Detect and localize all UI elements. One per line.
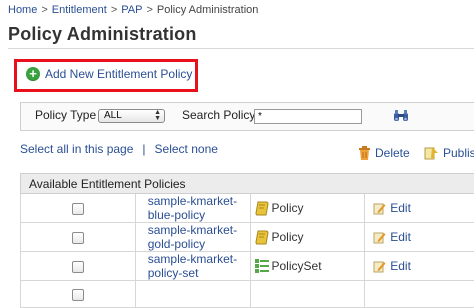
row-select-cell (21, 194, 136, 223)
policy-name-cell: sample-kmarket-policy-set (135, 252, 250, 281)
breadcrumb-separator: > (142, 4, 156, 16)
edit-button[interactable]: Edit (373, 201, 474, 215)
policyset-icon (255, 259, 269, 273)
edit-cell: Edit (365, 223, 474, 252)
policies-table: Available Entitlement Policies sample-km… (20, 173, 474, 308)
edit-label: Edit (390, 230, 411, 244)
breadcrumb-separator: > (37, 4, 51, 16)
publish-icon (424, 146, 439, 160)
breadcrumb-pap[interactable]: PAP (121, 4, 142, 16)
search-policy-input[interactable]: * (254, 109, 362, 124)
policy-type-cell (250, 281, 365, 308)
row-select-cell (21, 252, 136, 281)
page-title: Policy Administration (8, 24, 197, 45)
breadcrumb-separator: > (107, 4, 121, 16)
edit-pencil-icon (373, 260, 386, 273)
policy-name-cell: sample-kmarket-gold-policy (135, 223, 250, 252)
policy-type-cell: Policy (250, 223, 365, 252)
add-new-policy-label: Add New Entitlement Policy (45, 67, 192, 81)
policy-name-link[interactable]: sample-kmarket-blue-policy (148, 194, 237, 222)
breadcrumb-home[interactable]: Home (8, 4, 37, 16)
edit-pencil-icon (373, 202, 386, 215)
policy-name-link[interactable]: sample-kmarket-gold-policy (148, 223, 237, 251)
breadcrumb-current: Policy Administration (157, 4, 259, 16)
selection-separator: | (133, 142, 154, 156)
trash-icon (358, 146, 371, 160)
select-arrows-icon: ▲▼ (154, 110, 161, 122)
table-header-row: Available Entitlement Policies (21, 174, 474, 194)
delete-label: Delete (375, 146, 410, 160)
table-header: Available Entitlement Policies (21, 174, 474, 194)
binoculars-icon[interactable] (393, 110, 409, 122)
table-row (21, 281, 474, 308)
row-checkbox[interactable] (72, 261, 84, 273)
title-divider (8, 48, 474, 49)
select-none-link[interactable]: Select none (155, 142, 218, 156)
edit-label: Edit (390, 201, 411, 215)
row-checkbox[interactable] (72, 203, 84, 215)
publish-label: Publish (443, 146, 474, 160)
row-checkbox[interactable] (72, 232, 84, 244)
add-new-policy-link[interactable]: + Add New Entitlement Policy (26, 67, 192, 81)
row-select-cell (21, 281, 136, 308)
policy-scroll-icon (255, 201, 269, 216)
policy-type-select[interactable]: ALL ▲▼ (98, 109, 165, 123)
search-policy-label: Search Policy (182, 108, 255, 122)
edit-button[interactable]: Edit (373, 230, 474, 244)
add-plus-icon: + (26, 67, 40, 81)
policy-type-text: Policy (272, 201, 304, 215)
edit-cell: Edit (365, 252, 474, 281)
row-checkbox[interactable] (72, 289, 84, 301)
policy-type-value: ALL (104, 110, 122, 121)
policy-type-cell: Policy (250, 194, 365, 223)
selection-links: Select all in this page|Select none (20, 142, 218, 156)
policy-type-cell: PolicySet (250, 252, 365, 281)
select-all-link[interactable]: Select all in this page (20, 142, 133, 156)
edit-pencil-icon (373, 231, 386, 244)
table-row: sample-kmarket-gold-policy Policy Edit (21, 223, 474, 252)
policy-scroll-icon (255, 230, 269, 245)
policy-type-text: Policy (272, 230, 304, 244)
policy-type-text: PolicySet (272, 259, 322, 273)
edit-cell: Edit (365, 194, 474, 223)
publish-button[interactable]: Publish (424, 146, 474, 160)
row-select-cell (21, 223, 136, 252)
breadcrumb: Home>Entitlement>PAP>Policy Administrati… (8, 4, 258, 16)
breadcrumb-entitlement[interactable]: Entitlement (52, 4, 107, 16)
delete-button[interactable]: Delete (358, 146, 410, 160)
policy-name-cell: sample-kmarket-blue-policy (135, 194, 250, 223)
table-row: sample-kmarket-policy-set PolicySet (21, 252, 474, 281)
edit-label: Edit (390, 259, 411, 273)
policy-type-label: Policy Type (35, 108, 96, 122)
edit-button[interactable]: Edit (373, 259, 474, 273)
policy-name-cell (135, 281, 250, 308)
policy-name-link[interactable]: sample-kmarket-policy-set (148, 252, 237, 280)
table-row: sample-kmarket-blue-policy Policy Edit (21, 194, 474, 223)
edit-cell (365, 281, 474, 308)
